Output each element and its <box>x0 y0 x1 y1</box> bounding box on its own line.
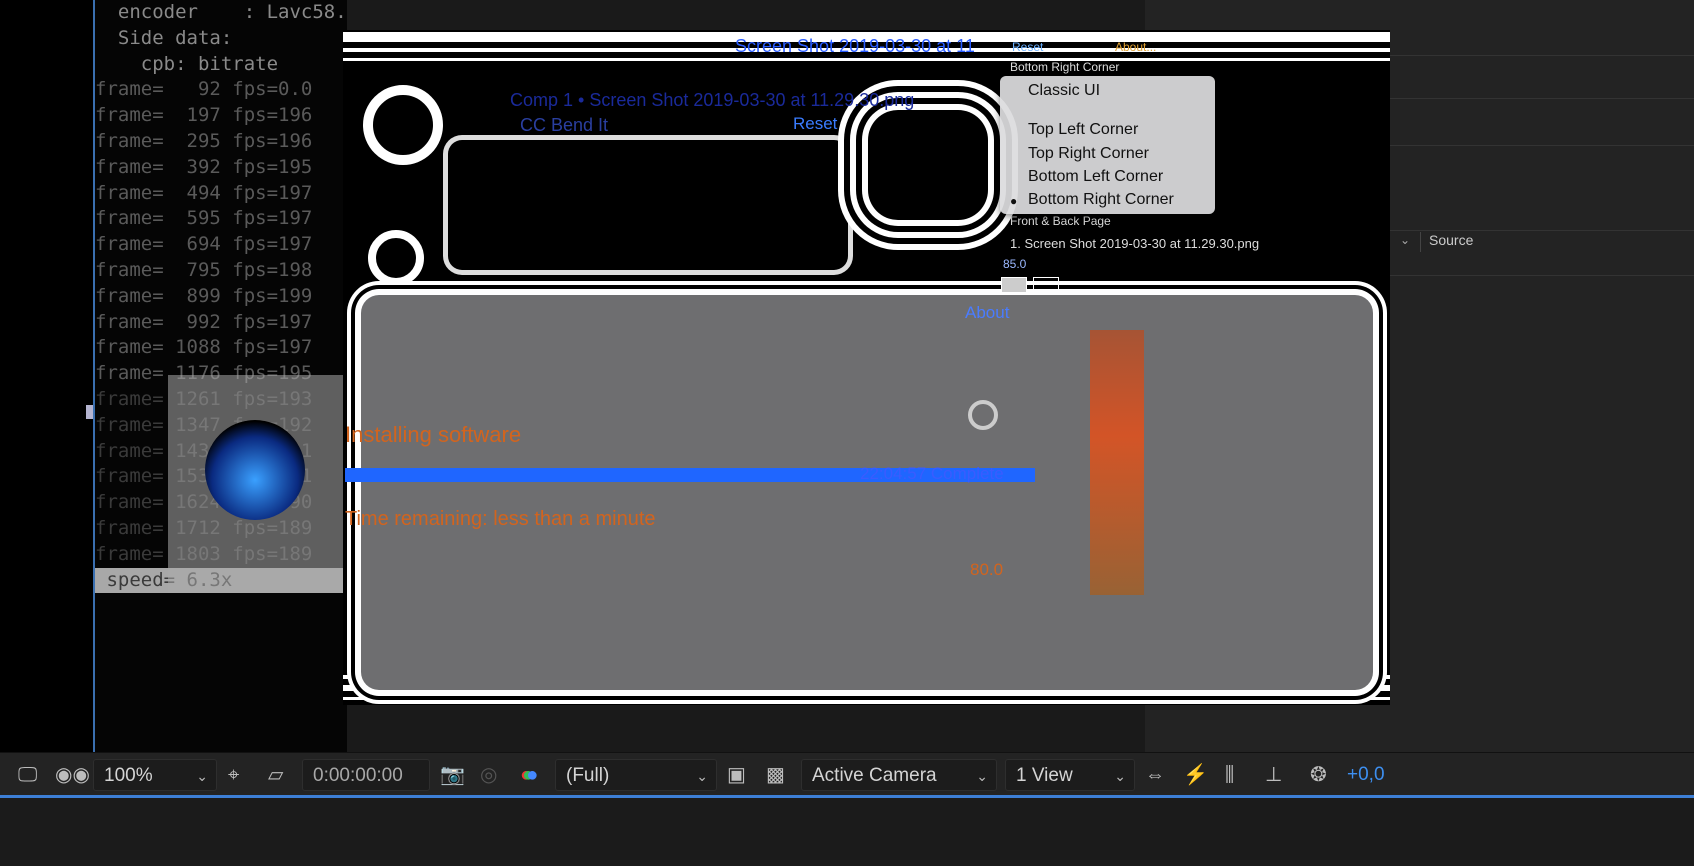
terminal-frame-line: frame= 295 fps=196 <box>95 129 313 152</box>
fast-preview-icon[interactable]: ▣ <box>727 763 746 787</box>
ui-mode-menu[interactable]: Classic UI Top Left Corner Top Right Cor… <box>1000 76 1215 214</box>
toggle-view-icon[interactable]: ⇔ <box>1145 763 1165 787</box>
anchor-point-icon[interactable] <box>968 400 998 430</box>
timecode-field[interactable]: 0:00:00:00 <box>302 759 430 791</box>
terminal-frame-line: frame= 595 fps=197 <box>95 207 313 230</box>
layer-name: 1. Screen Shot 2019-03-30 at 11.29.30.pn… <box>1010 236 1260 251</box>
value-readout[interactable]: 85.0 <box>1003 257 1026 271</box>
terminal-frame-line: frame= 694 fps=197 <box>95 233 313 256</box>
toggle-icon[interactable] <box>1001 277 1027 293</box>
toggle-icon[interactable] <box>1033 277 1059 293</box>
page-select[interactable]: Front & Back Page <box>1010 214 1111 228</box>
transparency-grid-icon[interactable]: ▱ <box>268 763 283 787</box>
terminal-frame-line: frame= 92 fps=0.0 <box>95 78 313 101</box>
exposure-icon[interactable]: ❂ <box>1310 763 1327 787</box>
progress-text: 22:04:57 Complete <box>860 464 1004 483</box>
fast-previews-icon[interactable]: ⚡ <box>1183 763 1208 787</box>
installing-text: Installing software <box>345 422 522 447</box>
menu-item-classic-ui[interactable]: Classic UI <box>1028 82 1100 100</box>
chevron-down-icon: ⌄ <box>976 768 988 784</box>
zoom-value: 100% <box>104 765 153 786</box>
corner-select[interactable]: Bottom Right Corner <box>1010 60 1119 74</box>
glitch-ring <box>368 230 424 286</box>
terminal-line: cpb: bitrate <box>95 52 279 75</box>
view-layout-select[interactable]: 1 View ⌄ <box>1005 759 1135 791</box>
comp-name: Comp 1 • Screen Shot 2019-03-30 at 11.29… <box>510 90 915 110</box>
terminal-line: Side data: <box>95 26 233 49</box>
terminal-line: encoder : Lavc58.35.100 mpeg4 <box>117 1 347 23</box>
viewer-toolbar: 🖵 ◉◉ 100% ⌄ ⌖ ▱ 0:00:00:00 📷 ◎ ●●● (Full)… <box>0 752 1694 796</box>
color-channels-icon[interactable]: ●●● <box>520 763 538 787</box>
menu-item-bottom-left-corner[interactable]: Bottom Left Corner <box>1028 168 1163 186</box>
glitch-box <box>448 140 848 270</box>
glitch-knot <box>868 110 988 220</box>
mask-icon[interactable]: ◉◉ <box>55 763 90 787</box>
timeline-panel <box>0 798 1694 866</box>
region-of-interest-icon[interactable]: ⌖ <box>228 763 239 787</box>
show-snapshot-icon[interactable]: ◎ <box>480 763 497 787</box>
terminal-frame-line: frame= 392 fps=195 <box>95 155 313 178</box>
reset-button[interactable]: Reset <box>793 114 837 134</box>
terminal-frame-line: frame= 899 fps=199 <box>95 284 313 307</box>
comp-tab-title: Screen Shot 2019-03-30 at 11 <box>735 36 975 56</box>
chevron-down-icon: ⌄ <box>1114 768 1126 784</box>
terminal-frame-line: frame= 795 fps=198 <box>95 258 313 281</box>
resolution-value: (Full) <box>566 765 610 786</box>
camera-snapshot-icon[interactable]: 📷 <box>440 763 465 787</box>
chevron-down-icon[interactable]: ⌄ <box>1400 233 1410 247</box>
chevron-down-icon: ⌄ <box>196 768 208 784</box>
time-remaining-text: Time remaining: less than a minute <box>345 508 656 530</box>
camera-select[interactable]: Active Camera ⌄ <box>801 759 997 791</box>
resolution-select[interactable]: (Full) ⌄ <box>555 759 717 791</box>
chevron-down-icon: ⌄ <box>696 768 708 784</box>
glitch-orange-band <box>1090 330 1144 595</box>
selected-bullet-icon: ● <box>1010 194 1018 208</box>
menu-item-top-right-corner[interactable]: Top Right Corner <box>1028 145 1149 163</box>
composition-viewer[interactable] <box>343 30 1390 705</box>
timeline-icon[interactable]: ⫼ <box>1225 763 1234 787</box>
about-link[interactable]: About <box>965 303 1009 323</box>
left-panel <box>0 0 93 752</box>
zoom-select[interactable]: 100% ⌄ <box>93 759 217 791</box>
terminal-frame-line: frame= 992 fps=197 <box>95 310 313 333</box>
terminal-frame-line: frame= 494 fps=197 <box>95 181 313 204</box>
exposure-value[interactable]: +0,0 <box>1347 763 1385 787</box>
menu-item-bottom-right-corner[interactable]: Bottom Right Corner <box>1028 191 1174 209</box>
monitor-icon[interactable]: 🖵 <box>18 763 37 787</box>
effect-name: CC Bend It <box>520 115 609 135</box>
value-readout-2: 80.0 <box>970 560 1004 579</box>
terminal-frame-line: frame= 197 fps=196 <box>95 104 313 127</box>
views-value: 1 View <box>1016 765 1073 786</box>
glitch-ring <box>363 85 443 165</box>
terminal-frame-line: frame= 1088 fps=197 <box>95 336 313 359</box>
about-link[interactable]: About... <box>1115 40 1156 54</box>
menu-item-top-left-corner[interactable]: Top Left Corner <box>1028 121 1138 139</box>
source-column-header[interactable]: Source <box>1420 232 1473 252</box>
reset-link[interactable]: Reset <box>1012 40 1043 54</box>
installer-orb-icon <box>205 420 305 520</box>
checkerboard-icon[interactable]: ▩ <box>766 763 785 787</box>
composition-image <box>361 295 1373 690</box>
flowchart-icon[interactable]: ⊥ <box>1265 763 1282 787</box>
camera-value: Active Camera <box>812 765 937 786</box>
